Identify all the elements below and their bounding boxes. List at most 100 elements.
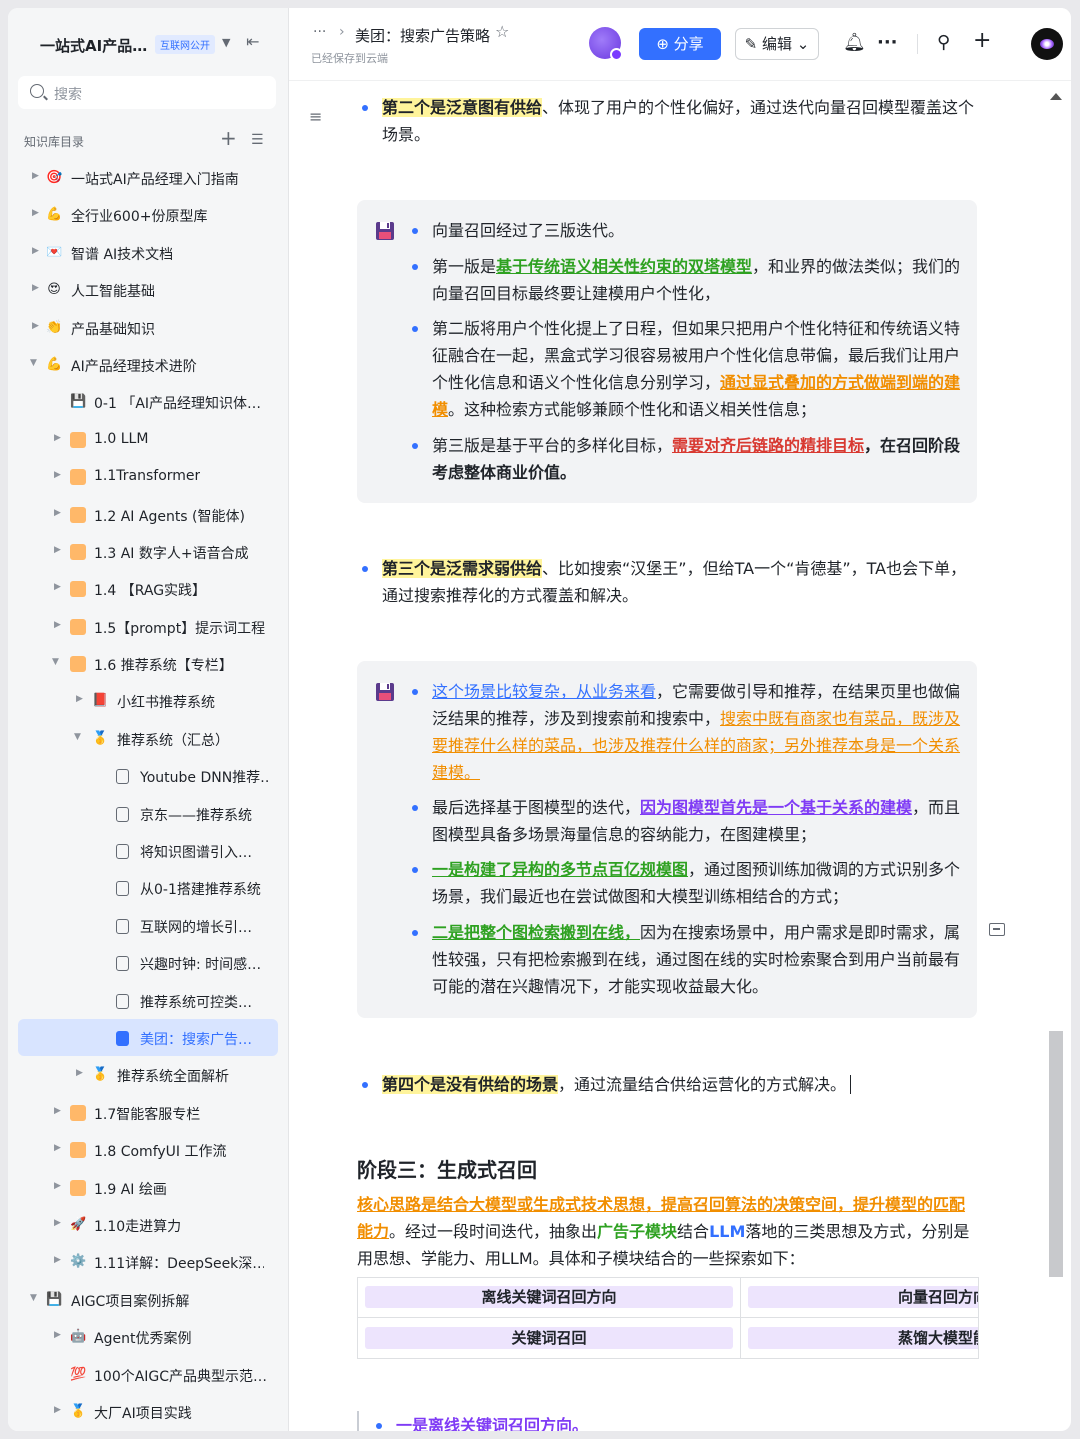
tree-item[interactable]: ▶ 🤖 Agent优秀案例 bbox=[8, 1318, 288, 1355]
table-cell[interactable]: 向量召回方向 bbox=[748, 1286, 978, 1308]
chevron-down-icon[interactable]: ▼ bbox=[222, 36, 230, 49]
tree-item[interactable]: ▶ 🥇 大厂AI项目实践 bbox=[8, 1393, 288, 1430]
tree-item[interactable]: ▼ 1.6 推荐系统【专栏】 bbox=[8, 645, 288, 682]
chevron-down-icon[interactable]: ▼ bbox=[74, 732, 81, 742]
tree-item[interactable]: 💯 100个AIGC产品典型示范… bbox=[8, 1356, 288, 1393]
chevron-right-icon[interactable]: ▶ bbox=[32, 246, 39, 256]
table-cell[interactable]: 关键词召回 bbox=[365, 1327, 733, 1349]
chevron-right-icon[interactable]: ▶ bbox=[54, 433, 61, 443]
chevron-right-icon[interactable]: ▶ bbox=[54, 1330, 61, 1340]
chevron-right-icon[interactable]: ▶ bbox=[54, 1405, 61, 1415]
scroll-up-arrow-icon[interactable] bbox=[1050, 93, 1062, 100]
tree-item[interactable]: ▶ 💪 全行业600+份原型库 bbox=[8, 196, 288, 233]
document-icon bbox=[116, 806, 129, 822]
tree-item-label: 兴趣时钟: 时间感… bbox=[140, 957, 262, 974]
chevron-right-icon[interactable]: ▶ bbox=[54, 1106, 61, 1116]
tree-item[interactable]: 将知识图谱引入… bbox=[8, 832, 288, 869]
tree-item[interactable]: ▼ 🥇 推荐系统（汇总） bbox=[8, 720, 288, 757]
tree-item[interactable]: ▶ 1.9 AI 绘画 bbox=[8, 1169, 288, 1206]
chevron-right-icon[interactable]: ▶ bbox=[54, 1143, 61, 1153]
tree-item[interactable]: Youtube DNN推荐… bbox=[8, 757, 288, 794]
tree-item[interactable]: ▼ 💪 AI产品经理技术进阶 bbox=[8, 346, 288, 383]
tree-item[interactable]: 互联网的增长引… bbox=[8, 907, 288, 944]
chevron-right-icon[interactable]: ▶ bbox=[54, 582, 61, 592]
paragraph[interactable]: 第四个是没有供给的场景，通过流量结合供给运营化的方式解决。​ bbox=[382, 1071, 982, 1098]
star-icon[interactable]: ☆ bbox=[495, 22, 509, 41]
chevron-right-icon[interactable]: ▶ bbox=[32, 283, 39, 293]
share-button[interactable]: ⊕ 分享 bbox=[639, 28, 721, 60]
tree-item-label: 大厂AI项目实践 bbox=[94, 1405, 192, 1422]
chevron-right-icon[interactable]: ▶ bbox=[32, 208, 39, 218]
comment-icon[interactable] bbox=[989, 923, 1005, 936]
callout-block[interactable]: 这个场景比较复杂，从业务来看，它需要做引导和推荐，在结果页里也做偏泛结果的推荐，… bbox=[357, 661, 977, 1018]
sidebar-search-input[interactable]: 搜索 bbox=[18, 76, 276, 109]
tree-item-label: 1.5【prompt】提示词工程 bbox=[94, 620, 266, 637]
chevron-right-icon[interactable]: ▶ bbox=[32, 171, 39, 181]
tree-item[interactable]: 推荐系统可控类… bbox=[8, 982, 288, 1019]
tree-item-active[interactable]: 美团：搜索广告… bbox=[18, 1018, 278, 1057]
edit-button[interactable]: ✎ 编辑 ⌄ bbox=[735, 28, 819, 60]
chevron-down-icon[interactable]: ▼ bbox=[30, 1293, 37, 1303]
tree-item[interactable]: ▼ 💾 AIGC项目案例拆解 bbox=[8, 1281, 288, 1318]
chevron-right-icon[interactable]: ▶ bbox=[54, 508, 61, 518]
tree-item[interactable]: 京东——推荐系统 bbox=[8, 795, 288, 832]
doc-title[interactable]: 美团：搜索广告策略 bbox=[355, 25, 490, 46]
table-cell[interactable]: 蒸馏大模型能 bbox=[748, 1327, 978, 1349]
tree-item[interactable]: ▶ 🥇 推荐系统全面解析 bbox=[8, 1056, 288, 1093]
tree-item[interactable]: ▶ 👏 产品基础知识 bbox=[8, 309, 288, 346]
tree-item[interactable]: ▶ 1.4 【RAG实践】 bbox=[8, 570, 288, 607]
tree-item[interactable]: ▶ 📕 小红书推荐系统 bbox=[8, 682, 288, 719]
data-table[interactable]: 离线关键词召回方向 向量召回方向 关键词召回 蒸馏大模型能 bbox=[357, 1277, 979, 1359]
tree-item[interactable]: 兴趣时钟: 时间感… bbox=[8, 944, 288, 981]
outline-icon[interactable]: ≡ bbox=[309, 107, 322, 126]
add-icon[interactable]: + bbox=[973, 28, 991, 53]
tree-item[interactable]: ▶ ⚙️ 1.11详解：DeepSeek深… bbox=[8, 1243, 288, 1280]
tree-item[interactable]: ▶ 1.7智能客服专栏 bbox=[8, 1094, 288, 1131]
callout-block[interactable]: 向量召回经过了三版迭代。 第一版是基于传统语义相关性约束的双塔模型，和业界的做法… bbox=[357, 200, 977, 503]
chevron-right-icon[interactable]: ▶ bbox=[54, 545, 61, 555]
knowledge-base-title[interactable]: 一站式AI产品… bbox=[40, 35, 147, 56]
tree-item[interactable]: ▶ 1.8 ComfyUI 工作流 bbox=[8, 1131, 288, 1168]
tree-item[interactable]: ▶ 1.3 AI 数字人+语音合成 bbox=[8, 533, 288, 570]
chevron-down-icon[interactable]: ▼ bbox=[30, 358, 37, 368]
tree-item[interactable]: ▶ 1.2 AI Agents (智能体) bbox=[8, 496, 288, 533]
tree-item[interactable]: 从0-1搭建推荐系统 bbox=[8, 869, 288, 906]
chevron-right-icon[interactable]: ▶ bbox=[54, 1218, 61, 1228]
document-icon bbox=[116, 1030, 129, 1046]
search-icon[interactable]: ⚲ bbox=[937, 32, 950, 53]
tree-item-label: AI产品经理技术进阶 bbox=[71, 358, 197, 375]
chevron-right-icon[interactable]: ▶ bbox=[54, 1255, 61, 1265]
tree-item[interactable]: ▶ 🚀 1.10走进算力 bbox=[8, 1206, 288, 1243]
collapse-sidebar-icon[interactable]: ⇤ bbox=[246, 32, 259, 51]
chevron-down-icon[interactable]: ▼ bbox=[52, 657, 59, 667]
more-icon[interactable]: ··· bbox=[877, 32, 898, 53]
breadcrumb-more-icon[interactable]: ··· bbox=[313, 24, 326, 40]
tree-item[interactable]: 💾 0-1 「AI产品经理知识体… bbox=[8, 383, 288, 420]
user-avatar[interactable] bbox=[1031, 28, 1063, 60]
paragraph[interactable]: 第二个是泛意图有供给、体现了用户的个性化偏好，通过迭代向量召回模型覆盖这个场景。 bbox=[382, 94, 982, 148]
paragraph[interactable]: 一是离线关键词召回方向。 bbox=[396, 1412, 896, 1431]
chevron-right-icon[interactable]: ▶ bbox=[54, 470, 61, 480]
chevron-right-icon[interactable]: ▶ bbox=[32, 321, 39, 331]
chevron-right-icon[interactable]: ▶ bbox=[54, 1181, 61, 1191]
scrollbar[interactable] bbox=[1049, 91, 1063, 1421]
chevron-right-icon[interactable]: ▶ bbox=[76, 694, 83, 704]
paragraph[interactable]: 核心思路是结合大模型或生成式技术思想，提高召回算法的决策空间，提升模型的匹配能力… bbox=[357, 1191, 971, 1272]
add-page-icon[interactable]: + bbox=[220, 128, 237, 148]
tree-item[interactable]: ▶ 1.5【prompt】提示词工程 bbox=[8, 608, 288, 645]
tree-item[interactable]: ▶ 💌 智谱 AI技术文档 bbox=[8, 234, 288, 271]
paragraph[interactable]: 第三个是泛需求弱供给、比如搜索“汉堡王”，但给TA一个“肯德基”，TA也会下单，… bbox=[382, 555, 972, 609]
save-status: 已经保存到云端 bbox=[311, 52, 388, 65]
tree-item[interactable]: ▶ 1.1Transformer bbox=[8, 458, 288, 495]
outline-list-icon[interactable]: ☰ bbox=[251, 132, 264, 148]
breadcrumb-separator: › bbox=[339, 24, 345, 40]
scroll-thumb[interactable] bbox=[1049, 1031, 1063, 1277]
tree-item[interactable]: ▶ 1.0 LLM bbox=[8, 421, 288, 458]
collaborator-avatar[interactable] bbox=[589, 27, 623, 61]
table-cell[interactable]: 离线关键词召回方向 bbox=[365, 1286, 733, 1308]
bell-icon[interactable]: 🔔︎ bbox=[843, 32, 866, 53]
tree-item[interactable]: ▶ 😍 人工智能基础 bbox=[8, 271, 288, 308]
chevron-right-icon[interactable]: ▶ bbox=[76, 1068, 83, 1078]
chevron-right-icon[interactable]: ▶ bbox=[54, 620, 61, 630]
tree-item[interactable]: ▶ 🎯 一站式AI产品经理入门指南 bbox=[8, 159, 288, 196]
